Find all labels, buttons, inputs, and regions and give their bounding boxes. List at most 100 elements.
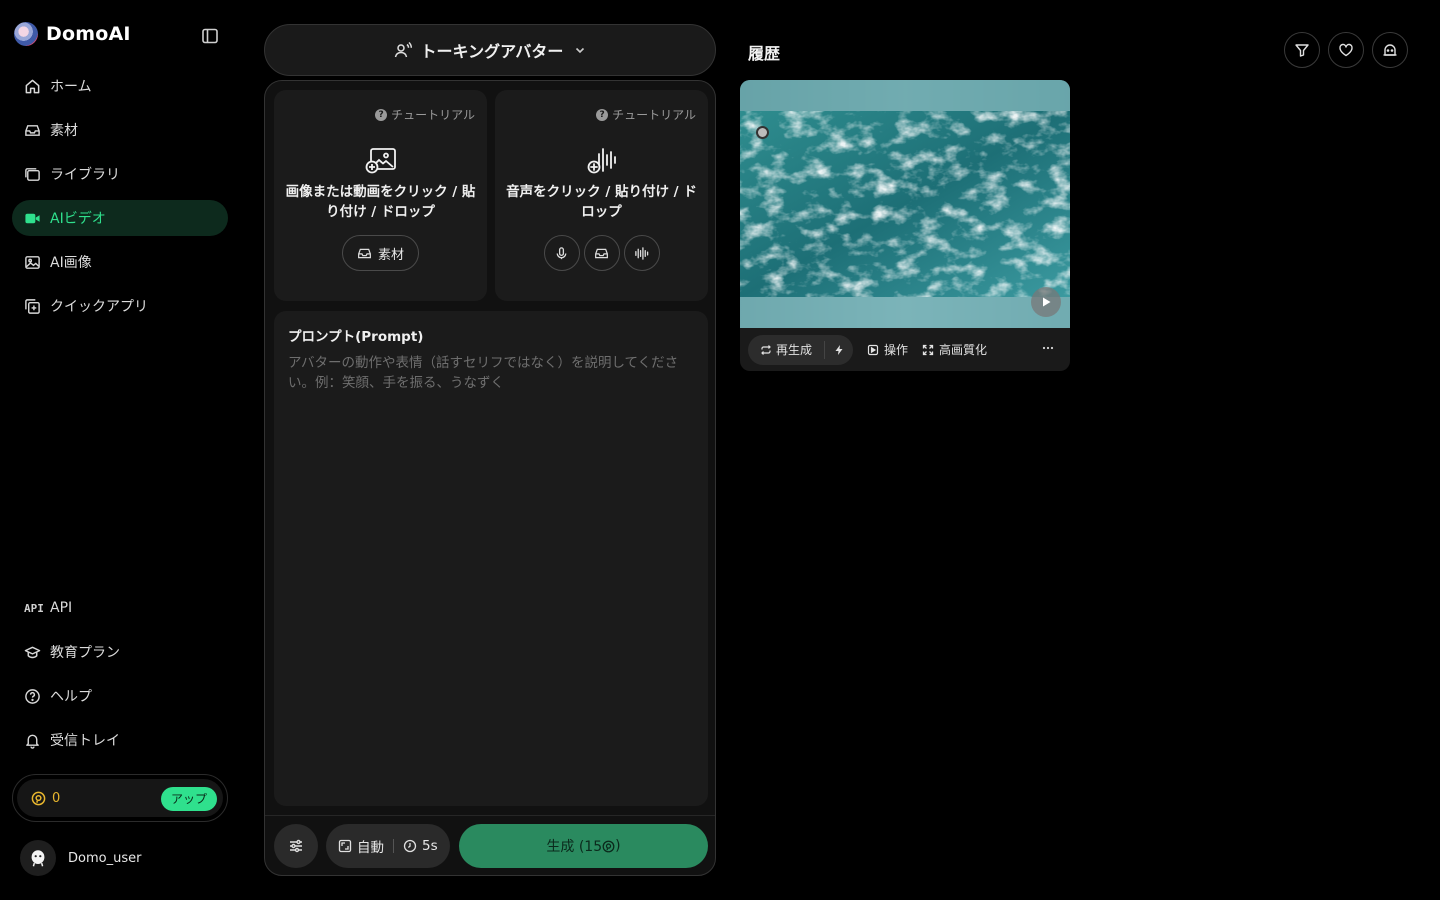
prompt-label: プロンプト(Prompt) [288,329,424,345]
fast-regenerate-button[interactable] [825,335,853,365]
coin-icon [602,840,615,853]
more-options-icon[interactable] [1040,340,1056,356]
tutorial-label: チュートリアル [612,108,696,122]
user-profile[interactable]: Domo_user [20,840,141,876]
sidebar-item-ai-video[interactable]: AIビデオ [12,200,228,236]
generate-label-suffix: ) [615,838,621,854]
repeat-icon [760,344,772,356]
brand[interactable]: DomoAI [14,22,131,46]
tutorial-link-media[interactable]: ? チュートリアル [375,106,475,123]
sidebar-item-education[interactable]: 教育プラン [12,634,228,670]
upscale-label: 高画質化 [939,343,988,357]
generate-label: 生成 (15 [546,839,603,855]
video-options[interactable]: 自動 5s [326,824,450,868]
sidebar-item-ai-image[interactable]: AI画像 [12,244,228,280]
ghost-icon [1382,42,1398,58]
duration-value: 5s [422,838,438,854]
aspect-ratio-icon [338,839,352,853]
question-icon: ? [375,108,388,121]
sidebar-item-label: ヘルプ [50,689,92,705]
library-icon [24,166,41,183]
brand-name: DomoAI [46,23,131,45]
username: Domo_user [68,850,142,866]
video-icon [24,210,41,227]
play-button[interactable] [1031,287,1061,317]
asset-icon [24,122,41,139]
credit-panel: 0 アップ [12,774,228,822]
prompt-input[interactable] [288,353,694,773]
history-card[interactable]: 再生成 操作 高画質化 [740,80,1070,371]
sidebar-item-quick-apps[interactable]: クイックアプリ [12,288,228,324]
chevron-down-icon [573,43,587,57]
sidebar-item-api[interactable]: API API [12,590,228,626]
audio-upload-area[interactable]: ? チュートリアル 音声をクリック / 貼り付け / ドロップ [495,90,708,301]
audio-chip-row [495,235,708,271]
mode-selector[interactable]: トーキングアバター [264,24,716,76]
sidebar-item-library[interactable]: ライブラリ [12,156,228,192]
community-button[interactable] [1372,32,1408,68]
sidebar-item-label: AI画像 [50,255,92,271]
history-toolbar [1284,32,1408,68]
mode-label: トーキングアバター [420,42,564,61]
media-chip-row: 素材 [274,235,487,271]
sidebar-item-label: 素材 [50,123,78,139]
bell-icon [24,732,41,749]
waveform-icon [634,246,649,261]
tutorial-link-audio[interactable]: ? チュートリアル [596,106,696,123]
sidebar-item-assets[interactable]: 素材 [12,112,228,148]
sidebar-collapse-icon[interactable] [200,26,220,46]
generate-button[interactable]: 生成 (15 ) [459,824,708,868]
generator-panel: ? チュートリアル 画像または動画をクリック / 貼り付け / ドロップ 素材 … [264,80,716,876]
sidebar-item-label: クイックアプリ [50,299,148,315]
operate-button[interactable]: 操作 [867,341,908,358]
education-icon [24,644,41,661]
media-upload-area[interactable]: ? チュートリアル 画像または動画をクリック / 貼り付け / ドロップ 素材 [274,90,487,301]
play-icon [1040,296,1052,308]
domoai-logo [14,22,38,46]
asset-chip-label: 素材 [377,247,404,263]
talking-avatar-icon [393,40,413,60]
record-audio-button[interactable] [543,235,580,271]
filter-button[interactable] [1284,32,1320,68]
sliders-icon [288,838,304,854]
sidebar-item-home[interactable]: ホーム [12,68,228,104]
heart-icon [1338,42,1354,58]
regenerate-label: 再生成 [776,343,813,357]
settings-button[interactable] [274,824,318,868]
operate-icon [867,344,879,356]
prompt-box: プロンプト(Prompt) [274,311,708,806]
sidebar-item-help[interactable]: ヘルプ [12,678,228,714]
card-actions: 再生成 操作 高画質化 [740,328,1070,371]
sidebar-item-label: API [50,600,73,616]
sidebar-item-label: AIビデオ [50,211,106,227]
credit-inner: 0 アップ [17,779,223,817]
expand-icon [922,344,934,356]
api-icon: API [24,601,44,615]
upgrade-button[interactable]: アップ [160,787,217,811]
audio-upload-text: 音声をクリック / 貼り付け / ドロップ [506,184,697,220]
sidebar-item-label: 教育プラン [50,645,120,661]
option-separator [393,839,394,853]
regenerate-button[interactable]: 再生成 [748,335,824,365]
operate-label: 操作 [884,343,909,357]
asset-picker-button[interactable]: 素材 [341,235,419,271]
filter-icon [1294,42,1310,58]
help-icon [24,688,41,705]
audio-asset-button[interactable] [583,235,620,271]
voice-library-button[interactable] [623,235,660,271]
microphone-icon [554,246,569,261]
favorites-button[interactable] [1328,32,1364,68]
aspect-value: 自動 [357,840,384,856]
sidebar-item-inbox[interactable]: 受信トレイ [12,722,228,758]
media-upload-text: 画像または動画をクリック / 貼り付け / ドロップ [285,184,476,220]
sidebar: DomoAI ホーム 素材 ライブラリ AIビデオ AI画像 クイックアプリ A… [0,0,240,900]
divider [265,815,715,816]
upscale-button[interactable]: 高画質化 [922,341,987,358]
tutorial-label: チュートリアル [391,108,475,122]
sidebar-item-label: ライブラリ [50,167,120,183]
model-badge-icon [756,126,769,139]
sidebar-item-label: 受信トレイ [50,733,120,749]
credit-count: 0 [52,790,61,806]
video-thumbnail[interactable] [740,80,1070,328]
home-icon [24,78,41,95]
